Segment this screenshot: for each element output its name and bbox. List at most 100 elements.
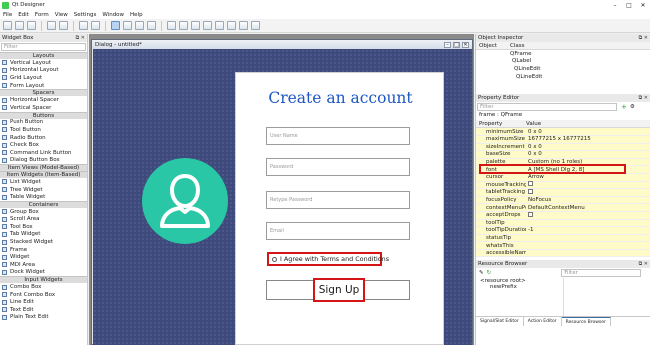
send-to-back-icon[interactable] xyxy=(91,21,100,30)
signup-button[interactable]: Sign Up xyxy=(313,278,365,302)
widget-item[interactable]: MDI Area xyxy=(0,261,87,269)
new-file-icon[interactable] xyxy=(3,21,12,30)
menu-file[interactable]: File xyxy=(3,12,12,18)
property-checkbox[interactable] xyxy=(528,211,533,217)
property-value[interactable]: NoFocus xyxy=(526,197,650,203)
property-row[interactable]: tabletTracking xyxy=(476,188,650,197)
widget-item[interactable]: Combo Box xyxy=(0,283,87,291)
widget-item[interactable]: Vertical Spacer xyxy=(0,104,87,112)
widget-item[interactable]: Push Button xyxy=(0,119,87,127)
resource-prefix[interactable]: newPrefix xyxy=(480,284,563,290)
property-checkbox[interactable] xyxy=(528,188,533,194)
open-file-icon[interactable] xyxy=(15,21,24,30)
menu-view[interactable]: View xyxy=(55,12,68,18)
widget-item[interactable]: Dock Widget xyxy=(0,269,87,277)
menu-form[interactable]: Form xyxy=(35,12,49,18)
widget-item[interactable]: Check Box xyxy=(0,141,87,149)
property-checkbox[interactable] xyxy=(528,181,533,187)
edit-signals-icon[interactable] xyxy=(123,21,132,30)
break-layout-icon[interactable] xyxy=(239,21,248,30)
layout-grid-icon[interactable] xyxy=(227,21,236,30)
property-value[interactable]: -1 xyxy=(526,227,650,233)
widget-item[interactable]: Tab Widget xyxy=(0,231,87,239)
menu-settings[interactable]: Settings xyxy=(74,12,97,18)
form-maximize-icon[interactable]: □ xyxy=(453,41,460,48)
menu-help[interactable]: Help xyxy=(130,12,143,18)
property-value[interactable]: 16777215 x 16777215 xyxy=(526,136,650,142)
widget-item[interactable]: Font Combo Box xyxy=(0,291,87,299)
form-minimize-icon[interactable]: – xyxy=(444,41,451,48)
close-icon[interactable]: ✕ xyxy=(636,2,650,9)
widget-category[interactable]: Input Widgets xyxy=(0,276,87,284)
layout-h-splitter-icon[interactable] xyxy=(191,21,200,30)
property-value[interactable]: DefaultContextMenu xyxy=(526,205,650,211)
widget-item[interactable]: Table Widget xyxy=(0,193,87,201)
layout-horizontal-icon[interactable] xyxy=(167,21,176,30)
property-row[interactable]: statusTip xyxy=(476,234,650,243)
object-tree-row[interactable]: QLabel xyxy=(476,58,650,66)
bring-to-front-icon[interactable] xyxy=(79,21,88,30)
edit-widgets-icon[interactable] xyxy=(111,21,120,30)
maximize-icon[interactable]: □ xyxy=(622,2,636,9)
signup-button-frame[interactable]: Sign Up xyxy=(266,278,410,302)
widget-category[interactable]: Layouts xyxy=(0,52,87,59)
property-row[interactable]: toolTip xyxy=(476,219,650,228)
dock-float-close-icon[interactable]: ⧉ ✕ xyxy=(639,95,648,101)
widget-item[interactable]: List Widget xyxy=(0,178,87,186)
tab-signal-slot-editor[interactable]: Signal/Slot Editor xyxy=(476,316,524,326)
widget-item[interactable]: Scroll Area xyxy=(0,216,87,224)
terms-checkbox[interactable]: I Agree with Terms and Conditions xyxy=(267,252,389,266)
property-value[interactable]: Arrow xyxy=(526,174,650,180)
menu-window[interactable]: Window xyxy=(102,12,124,18)
edit-tab-order-icon[interactable] xyxy=(147,21,156,30)
widget-item[interactable]: Tree Widget xyxy=(0,186,87,194)
property-value[interactable]: 0 x 0 xyxy=(526,144,650,150)
widget-item[interactable]: Command Link Button xyxy=(0,149,87,157)
redo-icon[interactable] xyxy=(59,21,68,30)
property-row[interactable]: sizeIncrement 0 x 0 xyxy=(476,143,650,152)
email-field[interactable]: Email xyxy=(266,222,410,240)
widget-category[interactable]: Item Views (Model-Based) xyxy=(0,164,87,172)
property-row[interactable]: baseSize 0 x 0 xyxy=(476,151,650,159)
widget-item[interactable]: Frame xyxy=(0,246,87,254)
widget-item[interactable]: Line Edit xyxy=(0,298,87,306)
dock-float-close-icon[interactable]: ⧉ ✕ xyxy=(76,35,85,41)
resource-filter-input[interactable]: Filter xyxy=(561,269,642,278)
dock-float-close-icon[interactable]: ⧉ ✕ xyxy=(639,261,648,267)
property-value[interactable]: 0 x 0 xyxy=(526,151,650,157)
property-row[interactable]: minimumSize 0 x 0 xyxy=(476,128,650,136)
widget-category[interactable]: Buttons xyxy=(0,111,87,119)
layout-v-splitter-icon[interactable] xyxy=(203,21,212,30)
adjust-size-icon[interactable] xyxy=(251,21,260,30)
property-row[interactable]: acceptDrops xyxy=(476,211,650,220)
undo-icon[interactable] xyxy=(47,21,56,30)
layout-vertical-icon[interactable] xyxy=(179,21,188,30)
object-tree-row[interactable]: QLineEdit xyxy=(476,65,650,73)
widget-category[interactable]: Spacers xyxy=(0,89,87,97)
add-property-icon[interactable]: + xyxy=(621,103,627,111)
widget-item[interactable]: Tool Box xyxy=(0,223,87,231)
widget-item[interactable]: Tool Button xyxy=(0,126,87,134)
property-row[interactable]: toolTipDuration -1 xyxy=(476,227,650,235)
menu-edit[interactable]: Edit xyxy=(18,12,29,18)
widget-item[interactable]: Form Layout xyxy=(0,82,87,90)
layout-form-icon[interactable] xyxy=(215,21,224,30)
form-window[interactable]: Dialog - untitled* – □ ✕ Create an accou… xyxy=(91,39,473,345)
configure-icon[interactable]: ⚙ xyxy=(630,104,635,110)
tab-resource-browser[interactable]: Resource Browser xyxy=(561,316,611,326)
widget-item[interactable]: Widget xyxy=(0,253,87,261)
form-canvas[interactable]: Create an account User Name Password Ret… xyxy=(93,49,472,345)
password-field[interactable]: Password xyxy=(266,158,410,176)
widget-category[interactable]: Containers xyxy=(0,200,87,208)
widget-category[interactable]: Item Widgets (Item-Based) xyxy=(0,171,87,179)
dock-float-close-icon[interactable]: ⧉ ✕ xyxy=(639,35,648,41)
form-close-icon[interactable]: ✕ xyxy=(462,41,469,48)
property-value[interactable] xyxy=(526,188,650,196)
widget-item[interactable]: Radio Button xyxy=(0,134,87,142)
tab-action-editor[interactable]: Action Editor xyxy=(524,316,562,326)
property-row[interactable]: maximumSize 16777215 x 16777215 xyxy=(476,135,650,144)
property-value[interactable] xyxy=(526,211,650,219)
widget-item[interactable]: Stacked Widget xyxy=(0,238,87,246)
property-row[interactable]: whatsThis xyxy=(476,242,650,250)
property-value[interactable] xyxy=(526,181,650,188)
